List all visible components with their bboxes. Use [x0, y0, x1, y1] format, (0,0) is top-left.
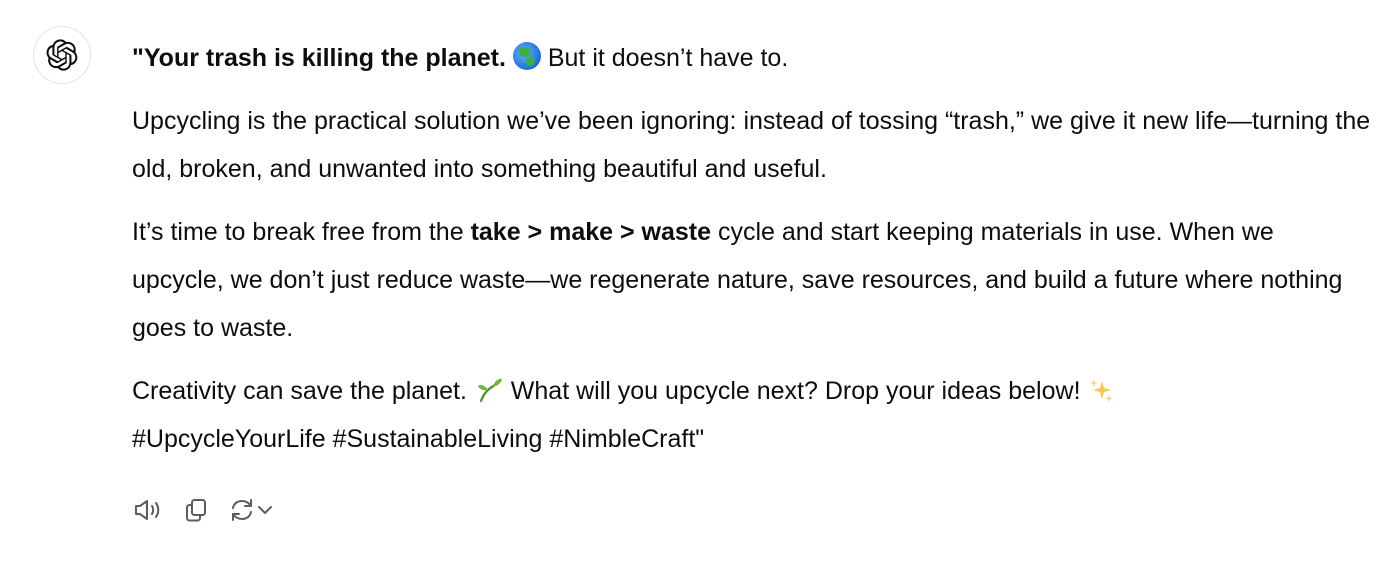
- regenerate-icon: [232, 499, 252, 521]
- cycle-bold-text: take > make > waste: [470, 218, 712, 246]
- message-paragraph-2: Upcycling is the practical solution we’v…: [132, 107, 1371, 183]
- speaker-icon: [135, 500, 160, 520]
- assistant-message: "Your trash is killing the planet. But i…: [132, 34, 1372, 478]
- seedling-emoji-icon: [474, 375, 504, 403]
- copy-button[interactable]: [182, 492, 210, 528]
- paragraph-4-part-2: What will you upcycle next? Drop your id…: [503, 377, 1088, 405]
- paragraph-3-before: It’s time to break free from the: [132, 218, 471, 246]
- message-paragraph-1: "Your trash is killing the planet. But i…: [132, 34, 1372, 82]
- chevron-down-icon: [258, 506, 272, 514]
- assistant-avatar: [33, 26, 91, 84]
- hashtags-text: #UpcycleYourLife #SustainableLiving #Nim…: [132, 425, 705, 453]
- message-paragraph-4: Creativity can save the planet. What wil…: [132, 367, 1372, 463]
- headline-rest-text: But it doesn’t have to.: [540, 44, 789, 72]
- headline-bold-text: "Your trash is killing the planet.: [132, 44, 506, 72]
- globe-emoji-icon: [512, 42, 541, 70]
- paragraph-4-part-1: Creativity can save the planet.: [132, 377, 474, 405]
- regenerate-button[interactable]: [228, 492, 274, 528]
- read-aloud-button[interactable]: [132, 492, 164, 528]
- message-actions: [132, 492, 274, 528]
- openai-logo-icon: [46, 39, 78, 71]
- sparkles-emoji-icon: [1087, 377, 1115, 405]
- message-paragraph-3: It’s time to break free from the take > …: [132, 208, 1372, 352]
- copy-icon: [186, 499, 206, 522]
